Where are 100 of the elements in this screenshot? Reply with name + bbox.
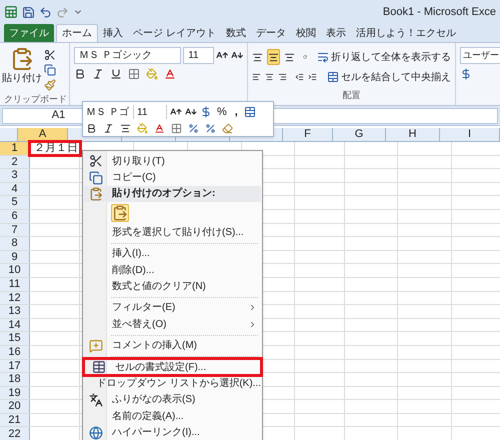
scissors-icon[interactable] [44, 49, 56, 61]
row-header[interactable]: 8 [0, 237, 30, 250]
row-header[interactable]: 12 [0, 292, 30, 304]
underline-icon[interactable] [110, 68, 122, 80]
row-header[interactable]: 3 [0, 169, 30, 182]
row-header[interactable]: 9 [0, 250, 30, 264]
copy-icon [89, 170, 103, 185]
italic-icon[interactable] [103, 123, 114, 134]
align-center-icon[interactable] [265, 71, 274, 83]
menu-item[interactable]: 並べ替え(O) [84, 316, 261, 333]
row-header[interactable]: 7 [0, 224, 30, 236]
font-name-field[interactable]: ＭＳ Ｐゴ [86, 105, 134, 119]
wrap-text-button[interactable]: 折り返して全体を表示する [317, 50, 451, 64]
eraser-icon[interactable] [222, 123, 233, 134]
row-header[interactable]: 11 [0, 278, 30, 291]
row-header[interactable]: 20 [0, 400, 30, 413]
row-header[interactable]: 2 [0, 156, 30, 168]
ribbon-tab[interactable]: ホーム [56, 24, 98, 42]
row-header[interactable]: 21 [0, 414, 30, 426]
vertical-align-button[interactable] [267, 49, 280, 65]
column-header[interactable]: I [440, 128, 500, 141]
row-header[interactable]: 4 [0, 182, 30, 196]
file-tab[interactable]: ファイル [4, 24, 54, 42]
menu-item[interactable]: 数式と値のクリア(N) [84, 278, 261, 295]
ribbon-tab[interactable]: ページ レイアウト [128, 24, 221, 42]
comma-button[interactable]: , [232, 104, 241, 120]
row-header[interactable]: 5 [0, 196, 30, 209]
row-header[interactable]: 15 [0, 332, 30, 345]
row-header[interactable]: 19 [0, 386, 30, 400]
percent-button[interactable]: % [215, 104, 229, 120]
row-header[interactable]: 1 [0, 142, 30, 155]
clipboard-icon [10, 47, 34, 71]
ribbon-tab[interactable]: 挿入 [98, 24, 128, 42]
font-color-icon[interactable] [154, 123, 165, 134]
save-icon[interactable] [22, 6, 35, 18]
row-header[interactable]: 10 [0, 264, 30, 277]
group-label: クリップボード [3, 93, 68, 105]
row-header[interactable]: 14 [0, 318, 30, 332]
column-header[interactable]: H [386, 128, 440, 141]
merge-cells-icon [327, 71, 339, 83]
menu-item[interactable]: 切り取り(T) [84, 153, 261, 170]
font-name-field[interactable]: ＭＳ Ｐゴシック [74, 47, 182, 64]
paintbrush-icon[interactable] [44, 79, 56, 91]
scissors-icon [89, 154, 103, 168]
font-size-field[interactable]: 11 [137, 105, 167, 119]
furigana-icon [89, 392, 103, 407]
column-header[interactable]: G [333, 128, 386, 141]
bold-icon[interactable] [74, 68, 86, 80]
undo-icon[interactable] [39, 6, 52, 18]
row-header[interactable]: 16 [0, 346, 30, 358]
currency-icon[interactable] [460, 68, 472, 80]
ribbon-tab[interactable]: 活用しよう！エクセル [350, 24, 461, 42]
menu-item[interactable]: ハイパーリンク(I)... [84, 424, 261, 440]
increase-indent-icon[interactable] [308, 71, 317, 83]
paste-button[interactable]: 貼り付け [4, 47, 40, 93]
menu-item[interactable]: セルの書式設定(F)... [84, 358, 261, 376]
menu-item[interactable]: コメントの挿入(M) [84, 338, 261, 354]
menu-item[interactable]: ドロップダウン リストから選択(K)... [84, 375, 261, 392]
column-header[interactable]: F [283, 128, 333, 141]
font-size-field[interactable]: 11 [183, 47, 214, 64]
font-color-icon[interactable] [164, 68, 176, 80]
currency-icon[interactable] [200, 106, 212, 118]
comment-icon [89, 338, 103, 353]
group-label: 配置 [342, 89, 360, 101]
row-header[interactable]: 17 [0, 360, 30, 372]
merge-icon[interactable] [244, 106, 256, 118]
number-format-field[interactable]: ユーザー [460, 47, 500, 64]
italic-icon[interactable] [92, 68, 104, 80]
menu-item[interactable]: ふりがなの表示(S) [84, 392, 261, 408]
wrap-text-icon [317, 51, 329, 63]
align-left-icon[interactable] [252, 71, 261, 83]
ribbon-tab[interactable]: 数式 [220, 24, 251, 42]
ribbon-tab[interactable]: 校閲 [290, 24, 321, 42]
clipboard-icon [89, 186, 103, 201]
menu-heading: 貼り付けのオプション: [84, 186, 261, 202]
copy-icon[interactable] [44, 64, 56, 76]
bold-icon[interactable] [86, 123, 97, 134]
menu-item[interactable]: コピー(C) [84, 169, 261, 186]
menu-item[interactable]: 名前の定義(A)... [84, 408, 261, 424]
decrease-indent-icon[interactable] [295, 71, 304, 83]
menu-item[interactable]: 挿入(I)... [84, 246, 261, 262]
merge-center-button[interactable]: セルを結合して中央揃え [327, 70, 451, 84]
menu-item[interactable]: フィルター(E) [84, 300, 261, 316]
borders-icon[interactable] [171, 123, 182, 134]
menu-item[interactable]: 削除(D)... [84, 262, 261, 278]
ribbon-tab[interactable]: 表示 [320, 24, 351, 42]
paste-option-icon[interactable] [111, 204, 129, 222]
column-header[interactable]: A [18, 128, 68, 141]
borders-icon[interactable] [128, 68, 140, 80]
row-header[interactable]: 13 [0, 305, 30, 318]
row-header[interactable]: 18 [0, 373, 30, 386]
fill-color-icon[interactable] [137, 123, 148, 134]
fill-color-icon[interactable] [146, 68, 158, 80]
spreadsheet-icon [4, 5, 18, 19]
menu-item[interactable]: 形式を選択して貼り付け(S)... [84, 224, 261, 241]
align-right-icon[interactable] [278, 71, 287, 83]
align-center-icon[interactable] [120, 123, 131, 134]
row-header[interactable]: 22 [0, 427, 30, 440]
row-header[interactable]: 6 [0, 210, 30, 223]
ribbon-tab[interactable]: データ [250, 24, 291, 42]
